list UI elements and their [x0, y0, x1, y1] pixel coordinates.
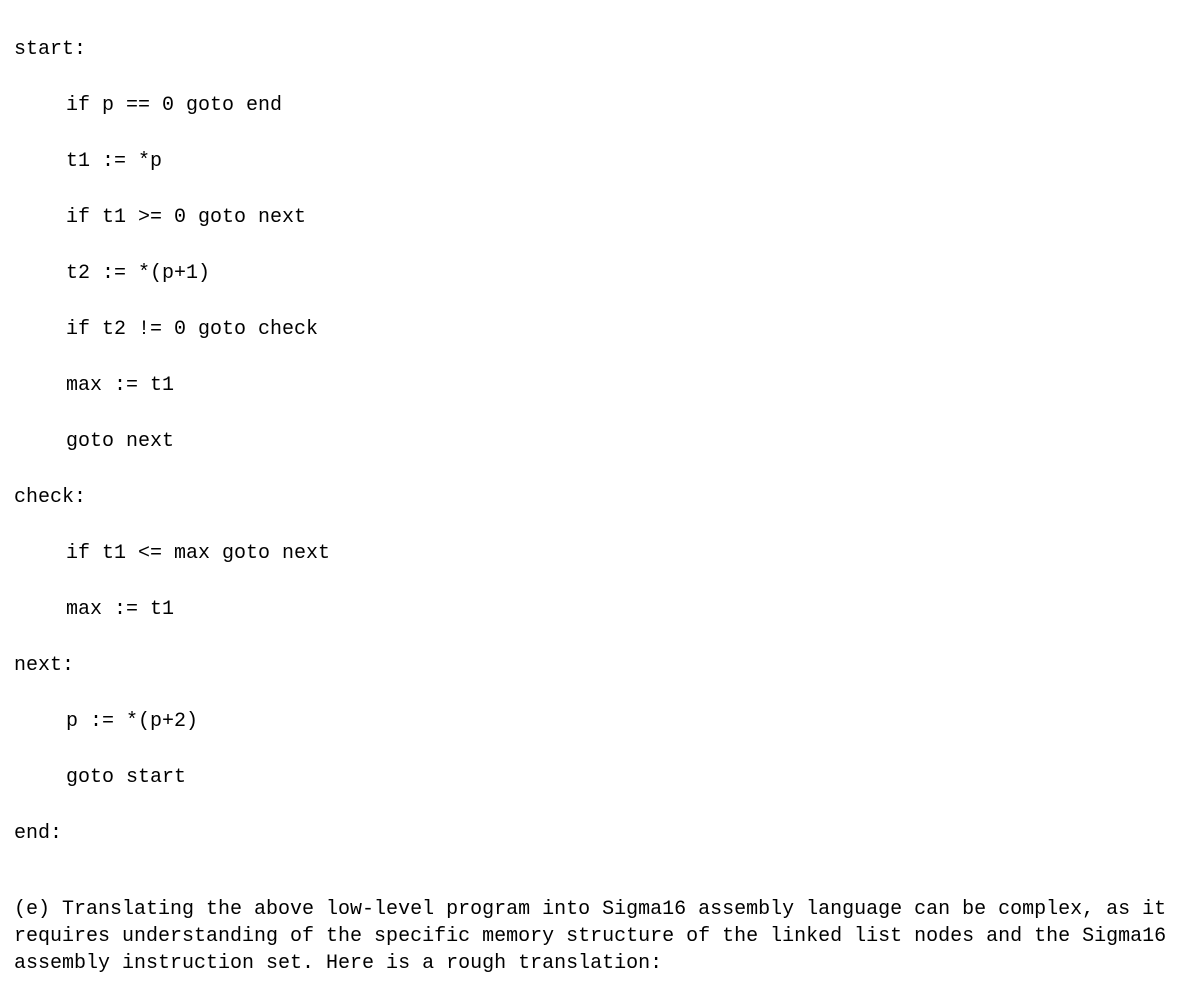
label-start: start:	[14, 36, 1186, 64]
label-next: next:	[14, 652, 1186, 680]
code-line: t1 := *p	[14, 148, 1186, 176]
explanation-paragraph: (e) Translating the above low-level prog…	[14, 896, 1186, 977]
label-end: end:	[14, 820, 1186, 848]
code-line: max := t1	[14, 372, 1186, 400]
label-check: check:	[14, 484, 1186, 512]
code-line: if t1 >= 0 goto next	[14, 204, 1186, 232]
code-line: t2 := *(p+1)	[14, 260, 1186, 288]
code-line: if p == 0 goto end	[14, 92, 1186, 120]
code-line: p := *(p+2)	[14, 708, 1186, 736]
pseudocode-block: start: if p == 0 goto end t1 := *p if t1…	[14, 8, 1186, 876]
code-line: if t1 <= max goto next	[14, 540, 1186, 568]
code-line: max := t1	[14, 596, 1186, 624]
code-line: if t2 != 0 goto check	[14, 316, 1186, 344]
code-line: goto start	[14, 764, 1186, 792]
code-line: goto next	[14, 428, 1186, 456]
